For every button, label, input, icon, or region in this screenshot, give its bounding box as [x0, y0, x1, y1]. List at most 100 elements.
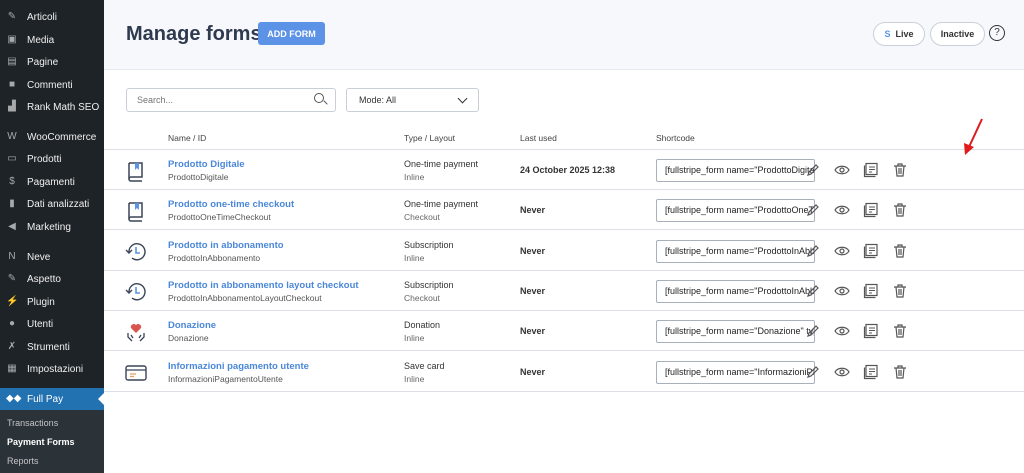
megaphone-icon: ◀: [8, 221, 16, 232]
form-id: InformazioniPagamentoUtente: [168, 373, 283, 384]
sidebar-item-marketing[interactable]: ◀ Marketing: [0, 216, 104, 238]
shortcode-field[interactable]: [fullstripe_form name="ProdottoInAbbonam…: [656, 239, 815, 263]
preview-eye-icon[interactable]: [834, 162, 850, 178]
sidebar-item-rank-math-seo[interactable]: ▟ Rank Math SEO: [0, 96, 104, 118]
search-input[interactable]: [126, 88, 336, 112]
form-type: Save card: [404, 360, 445, 371]
form-name-link[interactable]: Prodotto Digitale: [168, 159, 245, 170]
fullpay-icon: ◆◆: [6, 393, 22, 404]
stripe-s-icon: S: [884, 29, 891, 39]
sidebar-item-dati-analizzati[interactable]: ▮ Dati analizzati: [0, 193, 104, 215]
delete-trash-icon[interactable]: [892, 162, 908, 178]
pages-icon: ▤: [7, 56, 17, 67]
search-icon[interactable]: [314, 93, 324, 103]
submenu-item[interactable]: Reports: [7, 456, 39, 466]
delete-trash-icon[interactable]: [892, 283, 908, 299]
sidebar-item-label: Neve: [27, 251, 51, 263]
sidebar-item-label: Media: [27, 34, 55, 46]
preview-eye-icon[interactable]: [834, 243, 850, 259]
preview-eye-icon[interactable]: [834, 323, 850, 339]
sidebar-item-label: Strumenti: [27, 341, 70, 353]
shortcode-field[interactable]: [fullstripe_form name="Donazione" type="…: [656, 320, 815, 344]
brush-icon: ✎: [7, 273, 17, 284]
delete-trash-icon[interactable]: [892, 323, 908, 339]
admin-sidebar: ✎ Articoli ▣ Media ▤ Pagine ■ Commenti ▟ Rank Mat…: [0, 0, 104, 473]
sidebar-item-prodotti[interactable]: ▭ Prodotti: [0, 148, 104, 170]
chevron-down-icon: [457, 93, 468, 104]
sidebar-item-pagine[interactable]: ▤ Pagine: [0, 51, 104, 73]
sidebar-item-neve[interactable]: N Neve: [0, 246, 104, 268]
delete-trash-icon[interactable]: [892, 364, 908, 380]
shortcode-field[interactable]: [fullstripe_form name="ProdottoDigitale"…: [656, 159, 815, 182]
form-name-link[interactable]: Prodotto one-time checkout: [168, 199, 294, 210]
table-row: Prodotto in abbonamento layout checkout …: [104, 271, 1024, 311]
mode-select[interactable]: Mode: All: [346, 88, 479, 112]
last-used: Never: [520, 366, 546, 377]
edit-pencil-icon[interactable]: [805, 364, 821, 380]
preview-eye-icon[interactable]: [834, 283, 850, 299]
preview-eye-icon[interactable]: [834, 364, 850, 380]
analytics-icon: ▮: [9, 198, 15, 209]
shortcode-field[interactable]: [fullstripe_form name="ProdottoInAbbonam…: [656, 279, 815, 303]
duplicate-icon[interactable]: [863, 364, 879, 380]
submenu-item[interactable]: Payment Forms: [7, 437, 75, 447]
sidebar-item-strumenti[interactable]: ✗ Strumenti: [0, 336, 104, 358]
add-form-button[interactable]: ADD FORM: [258, 22, 325, 45]
edit-pencil-icon[interactable]: [805, 283, 821, 299]
sidebar-item-label: Pagamenti: [27, 176, 75, 188]
table-row: Prodotto one-time checkout ProdottoOneTi…: [104, 190, 1024, 231]
sidebar-item-impostazioni[interactable]: ▦ Impostazioni: [0, 358, 104, 380]
edit-pencil-icon[interactable]: [805, 323, 821, 339]
sidebar-item-label: Prodotti: [27, 153, 62, 165]
duplicate-icon[interactable]: [863, 283, 879, 299]
page-header: Manage forms ADD FORM S Live Inactive ?: [104, 0, 1024, 70]
sidebar-item-media[interactable]: ▣ Media: [0, 29, 104, 51]
sidebar-item-aspetto[interactable]: ✎ Aspetto: [0, 268, 104, 290]
sidebar-item-label: Rank Math SEO: [27, 101, 100, 113]
sidebar-item-utenti[interactable]: ● Utenti: [0, 313, 104, 335]
sidebar-item-label: Utenti: [27, 318, 54, 330]
form-name-link[interactable]: Donazione: [168, 320, 216, 331]
last-used: Never: [520, 205, 546, 216]
duplicate-icon[interactable]: [863, 243, 879, 259]
sidebar-item-articoli[interactable]: ✎ Articoli: [0, 6, 104, 28]
neve-icon: N: [8, 251, 16, 262]
user-icon: ●: [8, 318, 16, 329]
submenu-item[interactable]: Transactions: [7, 418, 58, 428]
form-layout: Inline: [404, 373, 425, 384]
sidebar-item-label: Full Pay: [27, 393, 64, 405]
sidebar-item-woocommerce[interactable]: W WooCommerce: [0, 126, 104, 148]
rankmath-icon: ▟: [8, 101, 16, 112]
form-id: ProdottoInAbbonamento: [168, 252, 261, 263]
sidebar-item-pagamenti[interactable]: $ Pagamenti: [0, 171, 104, 193]
shortcode-field[interactable]: [fullstripe_form name="ProdottoOneTimeCh…: [656, 199, 815, 223]
sidebar-item-commenti[interactable]: ■ Commenti: [0, 74, 104, 96]
preview-eye-icon[interactable]: [834, 202, 850, 218]
last-used: 24 October 2025 12:38: [520, 165, 616, 175]
delete-trash-icon[interactable]: [892, 202, 908, 218]
duplicate-icon[interactable]: [863, 202, 879, 218]
duplicate-icon[interactable]: [863, 162, 879, 178]
form-id: ProdottoInAbbonamentoLayoutCheckout: [168, 292, 322, 303]
live-mode-button[interactable]: S Live: [873, 22, 925, 46]
last-used: Never: [520, 285, 546, 296]
sidebar-item-label: Dati analizzati: [27, 198, 90, 210]
sidebar-item-full-pay[interactable]: ◆◆ Full Pay: [0, 388, 104, 410]
col-last-used: Last used: [520, 133, 557, 143]
inactive-mode-button[interactable]: Inactive: [930, 22, 985, 46]
history-icon: [124, 240, 148, 264]
book-icon: [124, 159, 148, 183]
edit-pencil-icon[interactable]: [805, 202, 821, 218]
main-content: Manage forms ADD FORM S Live Inactive ? M…: [104, 0, 1024, 473]
delete-trash-icon[interactable]: [892, 243, 908, 259]
sidebar-item-plugin[interactable]: ⚡ Plugin: [0, 291, 104, 313]
edit-pencil-icon[interactable]: [805, 162, 821, 178]
shortcode-field[interactable]: [fullstripe_form name="InformazioniPagam…: [656, 360, 815, 384]
form-name-link[interactable]: Prodotto in abbonamento: [168, 240, 284, 251]
sidebar-item-label: WooCommerce: [27, 131, 97, 143]
edit-pencil-icon[interactable]: [805, 243, 821, 259]
form-name-link[interactable]: Prodotto in abbonamento layout checkout: [168, 280, 359, 291]
help-icon[interactable]: ?: [989, 25, 1005, 41]
duplicate-icon[interactable]: [863, 323, 879, 339]
form-name-link[interactable]: Informazioni pagamento utente: [168, 361, 309, 372]
